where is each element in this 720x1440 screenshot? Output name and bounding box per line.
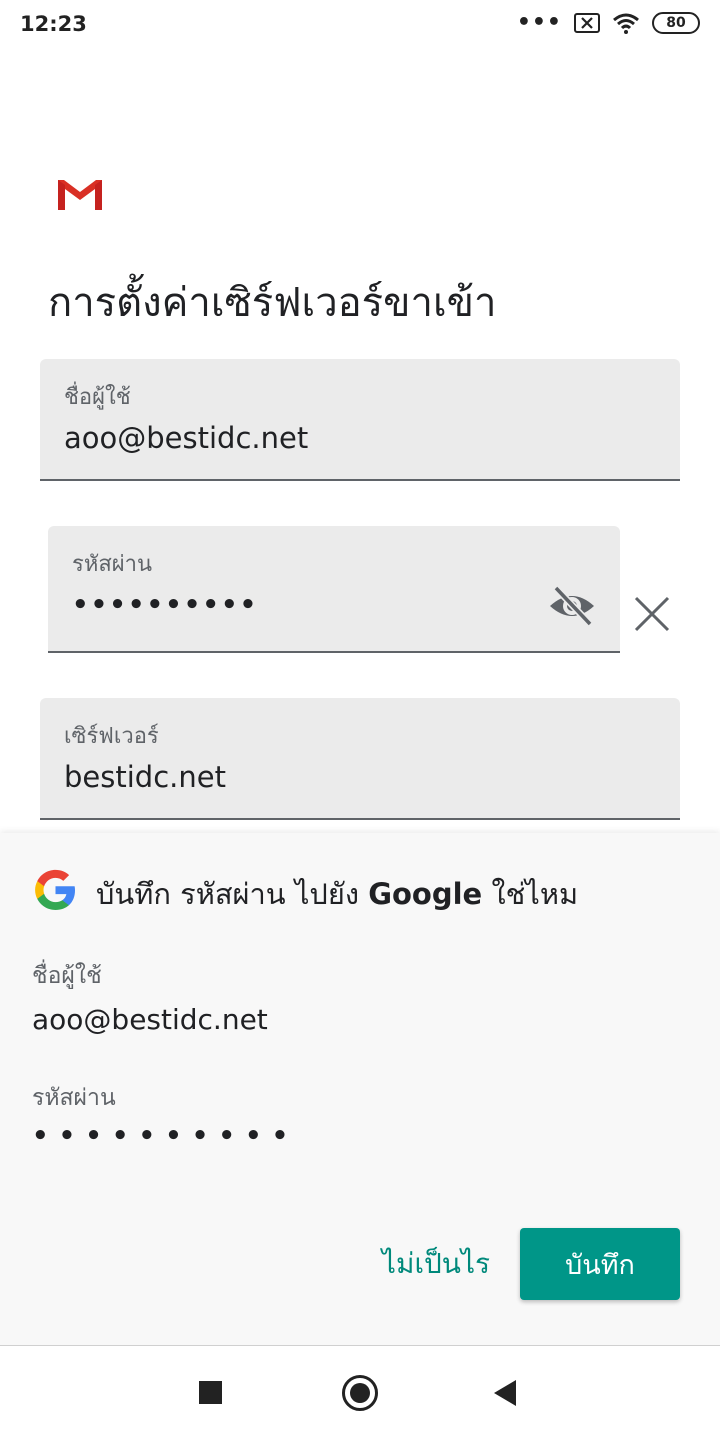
password-value[interactable]: ••••••••••	[72, 590, 258, 620]
save-password-sheet: บันทึก รหัสผ่าน ไปยัง Google ใช่ไหม ชื่อ…	[0, 833, 720, 1345]
sheet-title-prefix: บันทึก รหัสผ่าน ไปยัง	[96, 877, 369, 911]
battery-icon: 80	[652, 12, 700, 34]
sheet-password-value: ••••••••••	[32, 1121, 299, 1151]
no-thanks-button[interactable]: ไม่เป็นไร	[370, 1228, 502, 1300]
sheet-username-label: ชื่อผู้ใช้	[32, 963, 102, 989]
server-field[interactable]: เซิร์ฟเวอร์ bestidc.net	[40, 698, 680, 820]
clear-icon[interactable]	[632, 594, 672, 634]
server-value[interactable]: bestidc.net	[64, 760, 226, 794]
username-field[interactable]: ชื่อผู้ใช้ aoo@bestidc.net	[40, 359, 680, 481]
wifi-icon	[613, 13, 639, 34]
page-title: การตั้งค่าเซิร์ฟเวอร์ขาเข้า	[48, 280, 497, 326]
password-label: รหัสผ่าน	[72, 552, 153, 577]
status-icons: ••• 80	[517, 12, 700, 34]
status-time: 12:23	[20, 12, 87, 36]
recent-apps-icon[interactable]	[199, 1381, 222, 1404]
sheet-password-label: รหัสผ่าน	[32, 1085, 116, 1111]
sheet-title-suffix: ใช่ไหม	[482, 877, 579, 911]
username-label: ชื่อผู้ใช้	[64, 385, 131, 410]
server-label: เซิร์ฟเวอร์	[64, 724, 159, 749]
sim-off-icon	[574, 13, 600, 33]
save-button[interactable]: บันทึก	[520, 1228, 680, 1300]
gmail-logo	[58, 178, 102, 210]
sheet-title-brand: Google	[368, 877, 483, 911]
status-bar: 12:23 ••• 80	[0, 0, 720, 52]
username-value[interactable]: aoo@bestidc.net	[64, 421, 308, 455]
sheet-username-value: aoo@bestidc.net	[32, 1003, 268, 1036]
back-icon[interactable]	[494, 1380, 516, 1406]
visibility-off-icon[interactable]	[548, 584, 596, 628]
password-field[interactable]: รหัสผ่าน ••••••••••	[48, 526, 620, 653]
sheet-title: บันทึก รหัสผ่าน ไปยัง Google ใช่ไหม	[96, 871, 578, 917]
google-logo-icon	[35, 869, 75, 910]
home-icon[interactable]	[342, 1375, 378, 1411]
overflow-dots-icon: •••	[516, 10, 562, 35]
navigation-bar	[0, 1345, 720, 1440]
